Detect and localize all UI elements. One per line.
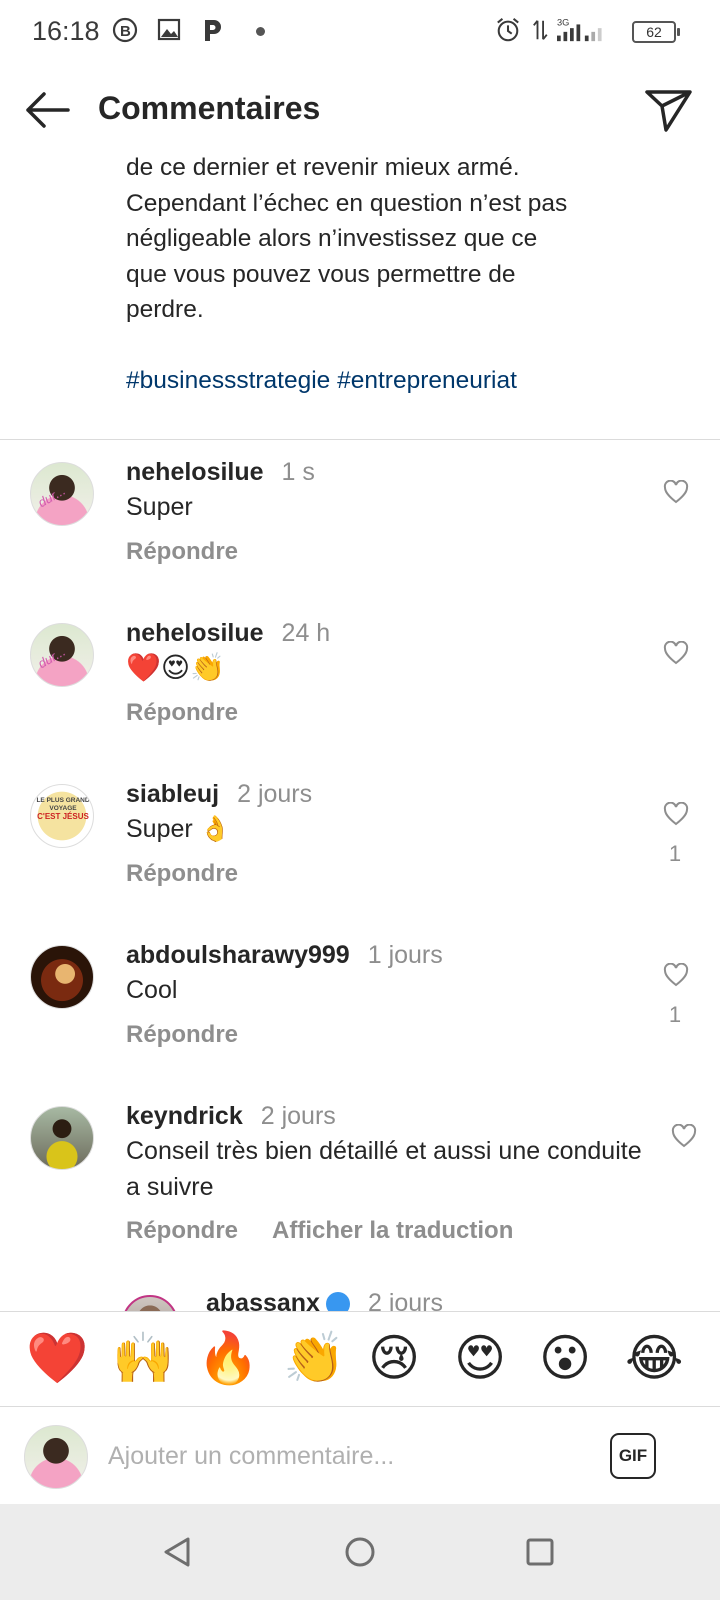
gallery-icon	[157, 18, 181, 41]
avatar-text-top: LE PLUS GRAND VOYAGE	[36, 797, 90, 812]
hashtag-link[interactable]: #businessstrategie	[126, 367, 330, 394]
avatar[interactable]: dur...	[30, 462, 94, 526]
emoji-reaction-bar: ❤️ 🙌 🔥 👏 😢 😍 😮 😂	[0, 1311, 720, 1407]
comment-list[interactable]: dur... nehelosilue 1 s Super Répondre dur…	[0, 440, 720, 1311]
navigation-bar	[0, 1504, 720, 1600]
comment-time: 1 s	[281, 458, 315, 486]
comment-username[interactable]: nehelosilue	[126, 619, 264, 647]
surprised-emoji-button[interactable]: 😮	[539, 1328, 591, 1388]
reply-button[interactable]: Répondre	[126, 860, 238, 887]
parking-app-icon	[205, 20, 221, 41]
heart-icon[interactable]	[663, 963, 689, 987]
avatar[interactable]	[30, 945, 94, 1009]
avatar[interactable]: dur...	[30, 623, 94, 687]
crying-emoji-button[interactable]: 😢	[368, 1328, 420, 1388]
status-bar: 16:18 B 3G 62	[0, 0, 720, 64]
network-type: 3G	[557, 17, 569, 27]
home-circle-icon[interactable]	[342, 1534, 378, 1570]
header: Commentaires	[0, 64, 720, 156]
own-avatar	[24, 1425, 88, 1489]
status-time: 16:18	[32, 16, 100, 46]
comment-actions: Répondre	[126, 1021, 272, 1049]
bitcoin-icon: B	[112, 17, 138, 43]
comment-text: Super 👌	[126, 815, 231, 843]
comment-input[interactable]	[108, 1431, 578, 1481]
recents-square-icon[interactable]	[522, 1534, 558, 1570]
comment-username[interactable]: keyndrick	[126, 1102, 243, 1130]
comment-username[interactable]: siableuj	[126, 780, 219, 808]
back-triangle-icon[interactable]	[160, 1534, 196, 1570]
comment-time: 1 jours	[367, 941, 443, 969]
comment-text: ❤️😍👏	[126, 652, 225, 683]
svg-text:B: B	[120, 23, 131, 40]
hashtag-link[interactable]: #entrepreneuriat	[337, 367, 517, 394]
comment-time: 24 h	[281, 619, 331, 647]
reply-button[interactable]: Répondre	[126, 1217, 238, 1244]
heart-icon[interactable]	[663, 641, 689, 665]
fire-emoji-button[interactable]: 🔥	[197, 1328, 259, 1388]
avatar[interactable]	[122, 1295, 178, 1311]
alarm-icon	[497, 18, 519, 42]
comment-header: abdoulsharawy999 1 jours	[126, 941, 443, 970]
reply-button[interactable]: Répondre	[126, 699, 238, 726]
battery-icon: 62	[632, 21, 680, 43]
arrow-left-icon[interactable]	[22, 88, 72, 132]
avatar-text-bold: C'EST JÉSUS	[37, 812, 89, 821]
comment-text: Cool	[126, 976, 178, 1004]
comment-actions: Répondre	[126, 860, 272, 888]
post-caption: de ce dernier et revenir mieux armé. Cep…	[126, 150, 646, 398]
raising-hands-emoji-button[interactable]: 🙌	[112, 1328, 174, 1388]
heart-icon[interactable]	[663, 480, 689, 504]
translate-button[interactable]: Afficher la traduction	[272, 1217, 513, 1244]
comment-composer: GIF	[0, 1407, 720, 1504]
avatar[interactable]: LE PLUS GRAND VOYAGE C'EST JÉSUS	[30, 784, 94, 848]
comment-time: 2 jours	[367, 1289, 444, 1311]
comment-username[interactable]: abdoulsharawy999	[126, 941, 350, 969]
heart-emoji-button[interactable]: ❤️	[26, 1328, 88, 1388]
hashtag-list: #businessstrategie #entrepreneuriat	[126, 363, 646, 399]
page-title: Commentaires	[98, 90, 321, 126]
avatar-watermark: dur...	[35, 643, 68, 672]
comment-username[interactable]: nehelosilue	[126, 458, 264, 486]
comment-text: Super	[126, 493, 193, 521]
notification-dot-icon	[256, 27, 265, 36]
comment-header: abassanx 2 jours	[206, 1289, 443, 1311]
comment-actions: Répondre	[126, 538, 272, 566]
caption-text: de ce dernier et revenir mieux armé. Cep…	[126, 154, 568, 323]
like-count: 1	[668, 841, 682, 866]
like-count: 1	[668, 1002, 682, 1027]
gif-button[interactable]: GIF	[610, 1433, 656, 1479]
clapping-emoji-button[interactable]: 👏	[283, 1328, 345, 1388]
comment-time: 2 jours	[237, 780, 313, 808]
comment-header: siableuj 2 jours	[126, 780, 312, 809]
paper-plane-icon[interactable]	[644, 86, 694, 134]
reply-button[interactable]: Répondre	[126, 1021, 238, 1048]
heart-eyes-emoji-button[interactable]: 😍	[454, 1328, 506, 1388]
avatar-text: LE PLUS GRAND VOYAGE C'EST JÉSUS	[35, 797, 91, 821]
comment-time: 2 jours	[260, 1102, 336, 1130]
comment-header: nehelosilue 24 h	[126, 619, 330, 648]
verified-badge-icon	[325, 1292, 350, 1311]
comment-header: nehelosilue 1 s	[126, 458, 315, 487]
heart-icon[interactable]	[663, 802, 689, 826]
comment-actions: Répondre Afficher la traduction	[126, 1217, 547, 1245]
avatar-watermark: dur...	[35, 482, 68, 511]
comment-text: Conseil très bien détaillé et aussi une …	[126, 1137, 642, 1201]
signal-icon: 3G	[533, 17, 602, 42]
comment-actions: Répondre	[126, 699, 272, 727]
reply-button[interactable]: Répondre	[126, 538, 238, 565]
comment-header: keyndrick 2 jours	[126, 1102, 336, 1131]
heart-icon[interactable]	[671, 1124, 697, 1148]
laughing-emoji-button[interactable]: 😂	[625, 1328, 683, 1388]
comment-username[interactable]: abassanx	[206, 1289, 320, 1311]
avatar[interactable]	[30, 1106, 94, 1170]
